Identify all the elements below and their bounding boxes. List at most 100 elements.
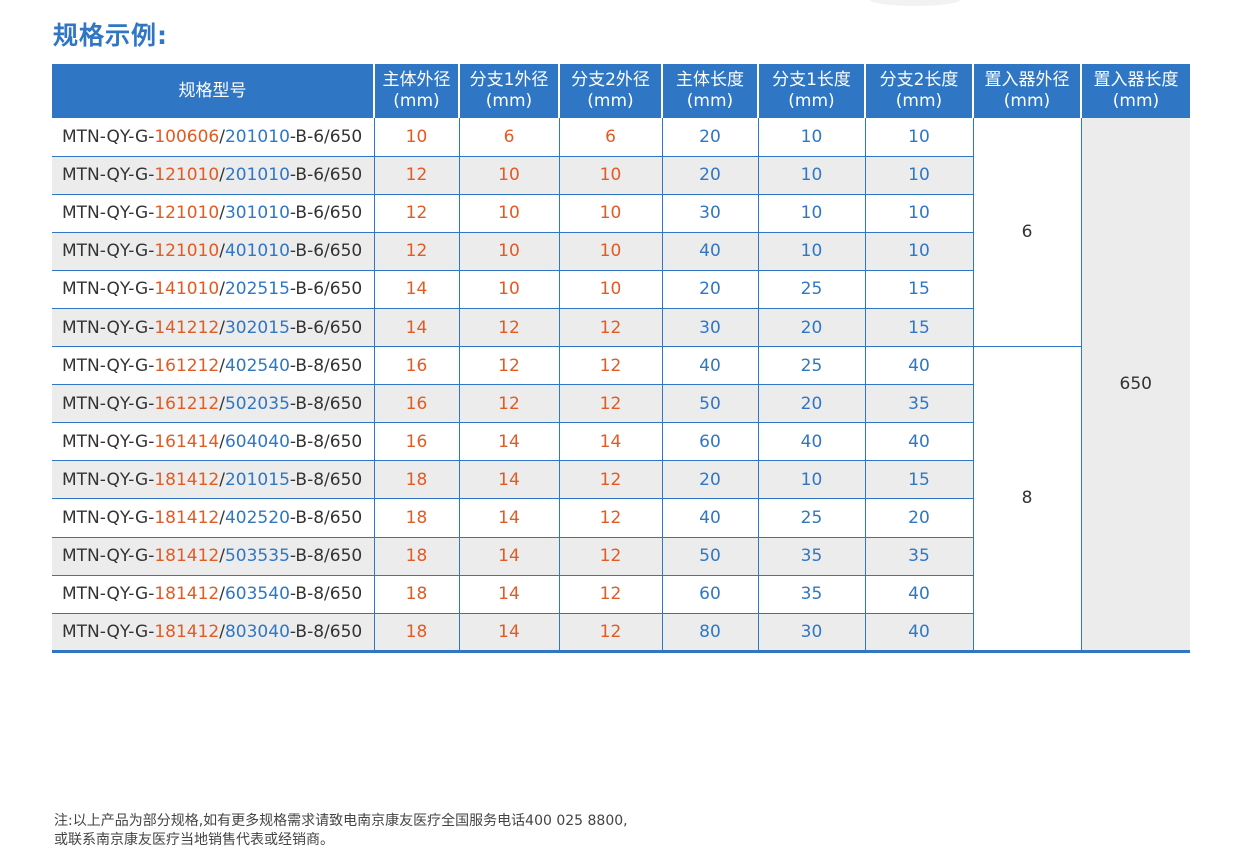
model-cell: MTN-QY-G-121010/201010-B-6/650	[52, 155, 374, 195]
introducer-length-cell: 650	[1080, 118, 1190, 652]
model-cell: MTN-QY-G-181412/803040-B-8/650	[52, 612, 374, 652]
model-cell: MTN-QY-G-181412/201015-B-8/650	[52, 460, 374, 499]
branch2-length-cell: 40	[864, 422, 973, 461]
model-cell: MTN-QY-G-181412/503535-B-8/650	[52, 536, 374, 576]
decorative-shadow	[870, 0, 960, 6]
header-main-length: 主体长度 (mm)	[661, 64, 758, 118]
table-row: MTN-QY-G-161212/402540-B-8/650 16 12 12 …	[52, 346, 1190, 652]
header-branch1-length: 分支1长度 (mm)	[757, 64, 865, 118]
branch2-od-cell: 12	[558, 384, 662, 423]
branch1-od-cell: 10	[458, 155, 559, 195]
main-length-cell: 60	[661, 422, 758, 461]
main-length-cell: 40	[661, 231, 758, 271]
branch1-length-cell: 10	[757, 193, 865, 233]
main-length-cell: 20	[661, 118, 758, 157]
main-length-cell: 20	[661, 269, 758, 309]
branch1-length-cell: 30	[757, 612, 865, 652]
model-cell: MTN-QY-G-161212/402540-B-8/650	[52, 346, 374, 385]
branch1-length-cell: 10	[757, 118, 865, 157]
model-cell: MTN-QY-G-121010/301010-B-6/650	[52, 193, 374, 233]
main-length-cell: 20	[661, 460, 758, 499]
header-branch2-od: 分支2外径 (mm)	[558, 64, 662, 118]
branch2-length-cell: 10	[864, 193, 973, 233]
introducer-od-cell-group2: 8	[972, 346, 1081, 652]
main-od-cell: 10	[373, 118, 459, 157]
main-length-cell: 30	[661, 307, 758, 347]
branch1-od-cell: 12	[458, 384, 559, 423]
branch1-length-cell: 35	[757, 574, 865, 614]
main-length-cell: 30	[661, 193, 758, 233]
branch2-od-cell: 14	[558, 422, 662, 461]
main-od-cell: 18	[373, 536, 459, 576]
page-title: 规格示例:	[53, 21, 168, 50]
header-introducer-od: 置入器外径 (mm)	[972, 64, 1081, 118]
branch2-od-cell: 12	[558, 612, 662, 652]
branch1-length-cell: 25	[757, 498, 865, 538]
branch2-od-cell: 10	[558, 231, 662, 271]
branch2-length-cell: 10	[864, 231, 973, 271]
model-cell: MTN-QY-G-181412/603540-B-8/650	[52, 574, 374, 614]
main-od-cell: 16	[373, 422, 459, 461]
main-length-cell: 80	[661, 612, 758, 652]
model-cell: MTN-QY-G-161212/502035-B-8/650	[52, 384, 374, 423]
branch2-length-cell: 35	[864, 536, 973, 576]
branch2-length-cell: 15	[864, 269, 973, 309]
table-row: MTN-QY-G-100606/201010-B-6/650 10 6 6 20…	[52, 118, 1190, 652]
branch1-length-cell: 10	[757, 155, 865, 195]
header-branch2-length: 分支2长度 (mm)	[864, 64, 973, 118]
main-od-cell: 18	[373, 612, 459, 652]
main-od-cell: 12	[373, 193, 459, 233]
branch1-length-cell: 10	[757, 231, 865, 271]
branch2-od-cell: 10	[558, 155, 662, 195]
main-od-cell: 16	[373, 384, 459, 423]
branch2-length-cell: 40	[864, 346, 973, 385]
model-cell: MTN-QY-G-141010/202515-B-6/650	[52, 269, 374, 309]
model-cell: MTN-QY-G-141212/302015-B-6/650	[52, 307, 374, 347]
branch2-od-cell: 12	[558, 574, 662, 614]
branch2-od-cell: 10	[558, 269, 662, 309]
branch1-od-cell: 14	[458, 612, 559, 652]
model-cell: MTN-QY-G-181412/402520-B-8/650	[52, 498, 374, 538]
main-length-cell: 50	[661, 536, 758, 576]
header-main-od: 主体外径 (mm)	[373, 64, 459, 118]
main-od-cell: 12	[373, 231, 459, 271]
footnote: 注:以上产品为部分规格,如有更多规格需求请致电南京康友医疗全国服务电话400 0…	[54, 812, 628, 850]
main-od-cell: 18	[373, 574, 459, 614]
branch2-od-cell: 12	[558, 307, 662, 347]
branch1-od-cell: 14	[458, 498, 559, 538]
branch2-length-cell: 10	[864, 118, 973, 157]
branch1-od-cell: 10	[458, 193, 559, 233]
branch1-length-cell: 20	[757, 307, 865, 347]
branch2-od-cell: 12	[558, 498, 662, 538]
branch1-od-cell: 14	[458, 574, 559, 614]
main-od-cell: 18	[373, 460, 459, 499]
main-length-cell: 20	[661, 155, 758, 195]
main-length-cell: 40	[661, 346, 758, 385]
branch1-od-cell: 12	[458, 346, 559, 385]
branch1-od-cell: 10	[458, 269, 559, 309]
branch1-od-cell: 12	[458, 307, 559, 347]
main-od-cell: 12	[373, 155, 459, 195]
branch2-length-cell: 15	[864, 460, 973, 499]
branch1-od-cell: 14	[458, 536, 559, 576]
branch2-od-cell: 12	[558, 536, 662, 576]
branch2-od-cell: 6	[558, 118, 662, 157]
branch1-od-cell: 14	[458, 460, 559, 499]
table-header-row: 规格型号 主体外径 (mm) 分支1外径 (mm) 分支2外径 (mm) 主体长度 (m…	[52, 64, 1190, 118]
branch2-length-cell: 10	[864, 155, 973, 195]
branch2-length-cell: 40	[864, 574, 973, 614]
header-model: 规格型号	[52, 64, 374, 118]
branch2-length-cell: 15	[864, 307, 973, 347]
branch2-length-cell: 40	[864, 612, 973, 652]
branch1-od-cell: 14	[458, 422, 559, 461]
introducer-od-cell-group1: 6	[972, 118, 1081, 347]
main-length-cell: 50	[661, 384, 758, 423]
main-od-cell: 18	[373, 498, 459, 538]
footnote-line-1: 注:以上产品为部分规格,如有更多规格需求请致电南京康友医疗全国服务电话400 0…	[54, 813, 628, 829]
branch1-length-cell: 10	[757, 460, 865, 499]
model-cell: MTN-QY-G-100606/201010-B-6/650	[62, 126, 363, 147]
branch2-length-cell: 20	[864, 498, 973, 538]
branch2-length-cell: 35	[864, 384, 973, 423]
main-length-cell: 60	[661, 574, 758, 614]
header-branch1-od: 分支1外径 (mm)	[458, 64, 559, 118]
